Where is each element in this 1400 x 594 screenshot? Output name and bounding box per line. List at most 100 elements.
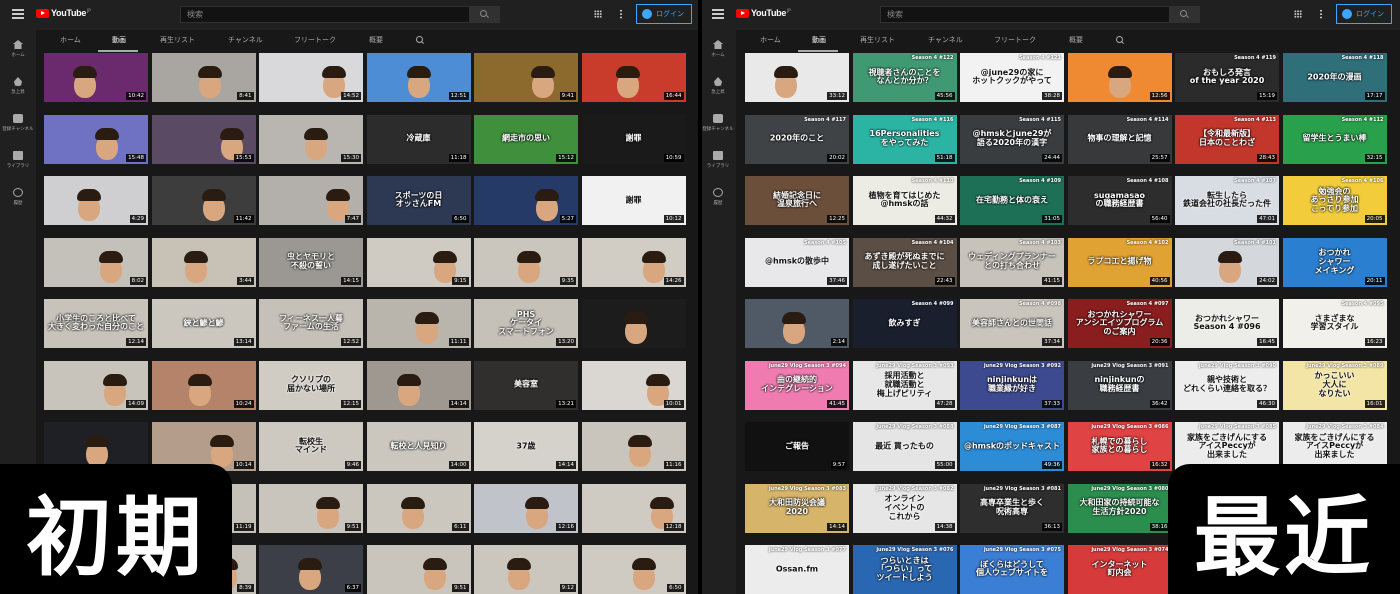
search-input[interactable]: 検索 [880, 6, 1200, 23]
video-thumbnail[interactable]: 14:14 [366, 360, 471, 410]
tab-about[interactable]: 概要 [1069, 35, 1083, 45]
video-thumbnail[interactable]: Season 4 #112 留学生とうまい棒 32:15 [1282, 114, 1387, 164]
video-thumbnail[interactable]: 転校と人見知り 14:00 [366, 422, 471, 471]
video-thumbnail[interactable]: Season 4 #098 美容師さんとの世間話 37:34 [960, 299, 1064, 348]
video-thumbnail[interactable]: 2:14 [745, 299, 849, 348]
video-thumbnail[interactable]: 転校生 マインド 9:46 [259, 422, 363, 471]
video-thumbnail[interactable]: 美容室 13:21 [474, 360, 578, 410]
video-thumbnail[interactable]: 6:50 [581, 545, 686, 594]
video-thumbnail[interactable]: june29 Vlog Season 3 #075 ぼくらはどうして 個人ウェブサ… [960, 545, 1064, 594]
video-thumbnail[interactable]: 3:44 [151, 237, 256, 287]
login-button[interactable]: ログイン [636, 4, 692, 24]
hamburger-icon[interactable] [12, 9, 24, 19]
video-thumbnail[interactable]: クソリプの 届かない場所 12:15 [259, 360, 363, 410]
video-thumbnail[interactable]: 謝罪 10:12 [581, 176, 686, 225]
tab-videos[interactable]: 動画 [812, 35, 826, 45]
video-thumbnail[interactable]: 33:12 [745, 53, 849, 102]
video-thumbnail[interactable]: Season 4 #106 勉強会の あっさり参加 こってり参加 20:05 [1282, 176, 1387, 225]
video-thumbnail[interactable]: Season 4 #119 おもしろ発言 of the year 2020 15:1… [1175, 53, 1279, 102]
video-thumbnail[interactable]: 15:30 [259, 114, 363, 164]
tab-channels[interactable]: チャンネル [928, 35, 963, 45]
youtube-logo[interactable]: YouTube JP [36, 8, 91, 18]
sidebar-item-trending[interactable]: 急上昇 [700, 77, 736, 95]
video-thumbnail[interactable]: 15:48 [44, 114, 148, 164]
video-thumbnail[interactable]: june29 Vlog Season 3 #086 札幌での暮らし 家族との暮らし… [1067, 422, 1172, 471]
video-thumbnail[interactable]: 10:24 [151, 360, 256, 410]
video-thumbnail[interactable]: june29 Vlog Season 3 #092 ninjinkunは 職業縁が… [960, 360, 1064, 410]
video-thumbnail[interactable]: ご報告 9:57 [745, 422, 849, 471]
sidebar-item-subscriptions[interactable]: 登録チャンネル [700, 114, 736, 132]
tab-playlists[interactable]: 再生リスト [860, 35, 895, 45]
video-thumbnail[interactable] [581, 299, 686, 348]
sidebar-item-subscriptions[interactable]: 登録チャンネル [0, 114, 36, 132]
sidebar-item-history[interactable]: 履歴 [700, 188, 736, 206]
video-thumbnail[interactable]: 7:47 [259, 176, 363, 225]
video-thumbnail[interactable]: 9:41 [474, 53, 578, 102]
video-thumbnail[interactable]: Season 4 #104 あずき殿が死ぬまでに 成し遂げたいこと 22:43 [852, 237, 957, 287]
video-thumbnail[interactable]: june29 Vlog Season 3 #077 Ossan.fm [745, 545, 849, 594]
video-thumbnail[interactable]: PHS ケータイ スマートフォン 13:20 [474, 299, 578, 348]
video-thumbnail[interactable]: june29 Vlog Season 3 #091 ninjinkunの 職務経歴… [1067, 360, 1172, 410]
video-thumbnail[interactable]: Season 4 #101 24:02 [1175, 237, 1279, 287]
search-icon[interactable] [1169, 7, 1199, 22]
video-thumbnail[interactable]: june29 Vlog Season 3 #093 採用活動と 就職活動と 梅上げ… [852, 360, 957, 410]
video-thumbnail[interactable]: 11:11 [366, 299, 471, 348]
tab-about[interactable]: 概要 [369, 35, 383, 45]
video-thumbnail[interactable]: Season 4 #116 16Personalities をやってみた 51:18 [852, 114, 957, 164]
video-thumbnail[interactable]: Season 4 #103 ウェディングプランナー との打ち合わせ 41:15 [960, 237, 1064, 287]
video-thumbnail[interactable]: june29 Vlog Season 3 #090 親や技術と どれくらい連絡を取… [1175, 360, 1279, 410]
video-thumbnail[interactable]: 4:29 [44, 176, 148, 225]
video-thumbnail[interactable]: 9:15 [366, 237, 471, 287]
video-thumbnail[interactable]: Season 4 #109 在宅勤務と体の衰え 31:05 [960, 176, 1064, 225]
video-thumbnail[interactable]: Season 4 #114 物事の理解と記憶 25:57 [1067, 114, 1172, 164]
video-thumbnail[interactable]: 5:27 [474, 176, 578, 225]
video-thumbnail[interactable]: 6:37 [259, 545, 363, 594]
video-thumbnail[interactable]: 12:56 [1067, 53, 1172, 102]
tab-home[interactable]: ホーム [760, 35, 781, 45]
video-thumbnail[interactable]: 小学生のころと比べて 大きく変わった自分のこと 12:14 [44, 299, 148, 348]
sidebar-item-home[interactable]: ホーム [700, 40, 736, 58]
video-thumbnail[interactable]: 14:52 [259, 53, 363, 102]
video-thumbnail[interactable]: 結婚記念日に 温泉旅行へ 12:25 [745, 176, 849, 225]
video-thumbnail[interactable]: june29 Vlog Season 3 #074 インターネット 町内会 [1067, 545, 1172, 594]
video-thumbnail[interactable]: 9:51 [259, 483, 363, 533]
video-thumbnail[interactable]: Season 4 #099 飲みすぎ [852, 299, 957, 348]
video-thumbnail[interactable]: june29 Vlog Season 3 #080 大和田家の持続可能な 生活方針… [1067, 483, 1172, 533]
apps-grid-icon[interactable] [594, 10, 602, 18]
video-thumbnail[interactable]: 15:53 [151, 114, 256, 164]
video-thumbnail[interactable]: june29 Vlog Season 3 #087 @hmskのポッドキャスト 49… [960, 422, 1064, 471]
video-thumbnail[interactable]: 37歳 14:14 [474, 422, 578, 471]
video-thumbnail[interactable]: 12:51 [366, 53, 471, 102]
video-thumbnail[interactable]: 8:41 [151, 53, 256, 102]
more-vert-icon[interactable] [620, 9, 622, 19]
video-thumbnail[interactable]: Season 4 #121 @june29の家に ホットクックがやって 38:28 [960, 53, 1064, 102]
video-thumbnail[interactable]: 網走市の思い 15:12 [474, 114, 578, 164]
video-thumbnail[interactable]: 11:42 [151, 176, 256, 225]
channel-search-icon[interactable] [416, 36, 424, 44]
video-thumbnail[interactable]: 11:16 [581, 422, 686, 471]
video-thumbnail[interactable]: 16:44 [581, 53, 686, 102]
video-thumbnail[interactable]: 冷蔵庫 11:18 [366, 114, 471, 164]
video-thumbnail[interactable]: june29 Vlog Season 3 #076 つらいときは 「つらい」って … [852, 545, 957, 594]
video-thumbnail[interactable]: Season 4 #097 おつかれシャワー アンシエイツプログラム のご案内 20… [1067, 299, 1172, 348]
video-thumbnail[interactable]: Season 4 #118 2020年の漫画 17:17 [1282, 53, 1387, 102]
channel-search-icon[interactable] [1116, 36, 1124, 44]
video-thumbnail[interactable]: おつかれ シャワー メイキング 20:11 [1282, 237, 1387, 287]
sidebar-item-home[interactable]: ホーム [0, 40, 36, 58]
video-thumbnail[interactable]: Season 4 #107 転生したら 鉄道会社の社長だった件 47:01 [1175, 176, 1279, 225]
video-thumbnail[interactable]: june29 Vlog Season 3 #089 かっこいい 大人に なりたい 1… [1282, 360, 1387, 410]
youtube-logo[interactable]: YouTube JP [736, 8, 791, 18]
sidebar-item-library[interactable]: ライブラリ [700, 151, 736, 169]
video-thumbnail[interactable]: 14:26 [581, 237, 686, 287]
video-thumbnail[interactable]: june29 Vlog Season 3 #082 オンライン イベントの これか… [852, 483, 957, 533]
video-thumbnail[interactable]: スポーツの日 オッさんFM 6:50 [366, 176, 471, 225]
video-thumbnail[interactable]: Season 4 #095 さまざまな 学習スタイル 16:23 [1282, 299, 1387, 348]
video-thumbnail[interactable]: 10:42 [44, 53, 148, 102]
video-thumbnail[interactable]: Season 4 #105 @hmskの散歩中 37:46 [745, 237, 849, 287]
video-thumbnail[interactable]: Season 4 #117 2020年のこと 20:02 [745, 114, 849, 164]
video-thumbnail[interactable]: 8:02 [44, 237, 148, 287]
video-thumbnail[interactable]: Season 4 #115 @hmskとjune29が 語る2020年の漢字 24:… [960, 114, 1064, 164]
video-thumbnail[interactable]: 9:35 [474, 237, 578, 287]
video-thumbnail[interactable]: Season 4 #110 植物を育てはじめた @hmskの話 44:32 [852, 176, 957, 225]
video-thumbnail[interactable]: june29 Vlog Season 3 #081 高専卒業生と歩く 呪術高専 36… [960, 483, 1064, 533]
